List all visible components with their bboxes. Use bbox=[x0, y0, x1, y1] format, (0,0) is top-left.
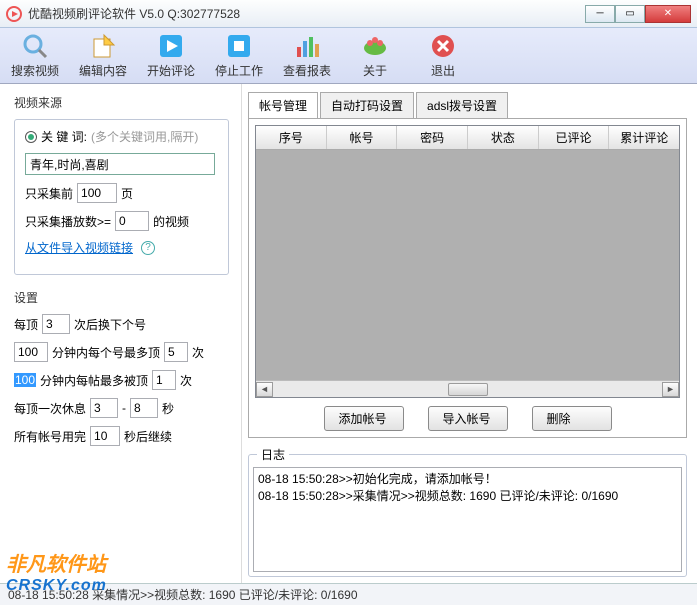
max-per-post-input[interactable] bbox=[152, 370, 176, 390]
scroll-thumb[interactable] bbox=[448, 383, 488, 396]
s1-a: 每顶 bbox=[14, 316, 38, 333]
about-button[interactable]: 关于 bbox=[348, 32, 402, 79]
exit-button[interactable]: 退出 bbox=[416, 32, 470, 79]
window-title: 优酷视频刷评论软件 V5.0 Q:302777528 bbox=[28, 5, 585, 22]
close-button[interactable]: ✕ bbox=[645, 5, 691, 23]
keyword-radio[interactable] bbox=[25, 131, 37, 143]
minutes2-input[interactable]: 100 bbox=[14, 373, 36, 387]
max-per-account-input[interactable] bbox=[164, 342, 188, 362]
col-commented[interactable]: 已评论 bbox=[539, 126, 610, 149]
tab-body: 序号 帐号 密码 状态 已评论 累计评论 ◄ ► 添加帐号 导入帐号 删除 bbox=[248, 118, 687, 438]
s4-a: 每顶一次休息 bbox=[14, 400, 86, 417]
log-group: 日志 08-18 15:50:28>>初始化完成，请添加帐号！ 08-18 15… bbox=[248, 446, 687, 577]
right-panel: 帐号管理 自动打码设置 adsl拨号设置 序号 帐号 密码 状态 已评论 累计评… bbox=[242, 84, 697, 583]
rest-max-input[interactable] bbox=[130, 398, 158, 418]
account-grid: 序号 帐号 密码 状态 已评论 累计评论 ◄ ► bbox=[255, 125, 680, 398]
col-index[interactable]: 序号 bbox=[256, 126, 327, 149]
minimize-button[interactable]: ─ bbox=[585, 5, 615, 23]
keyword-hint: (多个关键词用,隔开) bbox=[91, 128, 198, 145]
toolbar-label: 开始评论 bbox=[147, 62, 195, 79]
toolbar-label: 停止工作 bbox=[215, 62, 263, 79]
s3-b: 次 bbox=[180, 372, 192, 389]
s5-b: 秒后继续 bbox=[124, 428, 172, 445]
toolbar-label: 搜索视频 bbox=[11, 62, 59, 79]
log-title: 日志 bbox=[257, 446, 289, 463]
toolbar: 搜索视频 编辑内容 开始评论 停止工作 查看报表 关于 退出 bbox=[0, 28, 697, 84]
playcount-input[interactable] bbox=[115, 211, 149, 231]
delete-button[interactable]: 删除 bbox=[532, 406, 612, 431]
chart-icon bbox=[293, 32, 321, 60]
tab-accounts[interactable]: 帐号管理 bbox=[248, 92, 318, 118]
scroll-right-icon[interactable]: ► bbox=[662, 382, 679, 397]
start-comment-button[interactable]: 开始评论 bbox=[144, 32, 198, 79]
about-icon bbox=[361, 32, 389, 60]
keyword-label: 关 键 词: bbox=[41, 128, 87, 145]
search-video-button[interactable]: 搜索视频 bbox=[8, 32, 62, 79]
toolbar-label: 编辑内容 bbox=[79, 62, 127, 79]
maximize-button[interactable]: ▭ bbox=[615, 5, 645, 23]
app-icon bbox=[6, 6, 22, 22]
playcount-suffix: 的视频 bbox=[153, 213, 189, 230]
import-account-button[interactable]: 导入帐号 bbox=[428, 406, 508, 431]
status-text: 08-18 15:50:28 采集情况>>视频总数: 1690 已评论/未评论:… bbox=[8, 586, 358, 603]
stop-work-button[interactable]: 停止工作 bbox=[212, 32, 266, 79]
import-link[interactable]: 从文件导入视频链接 bbox=[25, 239, 133, 256]
rest-min-input[interactable] bbox=[90, 398, 118, 418]
view-report-button[interactable]: 查看报表 bbox=[280, 32, 334, 79]
collect-suffix: 页 bbox=[121, 185, 133, 202]
left-panel: 视频来源 关 键 词: (多个关键词用,隔开) 只采集前 页 只采集播放数>= … bbox=[0, 84, 242, 583]
s5-a: 所有帐号用完 bbox=[14, 428, 86, 445]
keyword-input[interactable] bbox=[25, 153, 215, 175]
col-password[interactable]: 密码 bbox=[397, 126, 468, 149]
source-title: 视频来源 bbox=[14, 94, 229, 111]
add-account-button[interactable]: 添加帐号 bbox=[324, 406, 404, 431]
s1-b: 次后换下个号 bbox=[74, 316, 146, 333]
status-bar: 08-18 15:50:28 采集情况>>视频总数: 1690 已评论/未评论:… bbox=[0, 583, 697, 605]
toolbar-label: 查看报表 bbox=[283, 62, 331, 79]
tab-captcha[interactable]: 自动打码设置 bbox=[320, 92, 414, 118]
edit-content-button[interactable]: 编辑内容 bbox=[76, 32, 130, 79]
s2-a: 分钟内每个号最多顶 bbox=[52, 344, 160, 361]
s2-b: 次 bbox=[192, 344, 204, 361]
edit-icon bbox=[89, 32, 117, 60]
s4-b: 秒 bbox=[162, 400, 174, 417]
collect-pages-input[interactable] bbox=[77, 183, 117, 203]
scrollbar-horizontal[interactable]: ◄ ► bbox=[256, 380, 679, 397]
settings-title: 设置 bbox=[14, 289, 229, 306]
scroll-left-icon[interactable]: ◄ bbox=[256, 382, 273, 397]
switch-after-input[interactable] bbox=[42, 314, 70, 334]
col-status[interactable]: 状态 bbox=[468, 126, 539, 149]
log-box[interactable]: 08-18 15:50:28>>初始化完成，请添加帐号！ 08-18 15:50… bbox=[253, 467, 682, 572]
play-icon bbox=[157, 32, 185, 60]
stop-icon bbox=[225, 32, 253, 60]
exit-icon bbox=[429, 32, 457, 60]
continue-after-input[interactable] bbox=[90, 426, 120, 446]
search-icon bbox=[21, 32, 49, 60]
tab-adsl[interactable]: adsl拨号设置 bbox=[416, 92, 508, 118]
tab-bar: 帐号管理 自动打码设置 adsl拨号设置 bbox=[248, 92, 687, 118]
log-line: 08-18 15:50:28>>采集情况>>视频总数: 1690 已评论/未评论… bbox=[258, 489, 618, 503]
video-source-group: 关 键 词: (多个关键词用,隔开) 只采集前 页 只采集播放数>= 的视频 从… bbox=[14, 119, 229, 275]
collect-prefix: 只采集前 bbox=[25, 185, 73, 202]
col-account[interactable]: 帐号 bbox=[327, 126, 398, 149]
help-icon[interactable]: ? bbox=[141, 241, 155, 255]
toolbar-label: 关于 bbox=[363, 62, 387, 79]
log-line: 08-18 15:50:28>>初始化完成，请添加帐号！ bbox=[258, 472, 497, 486]
s3-a: 分钟内每帖最多被顶 bbox=[40, 372, 148, 389]
minutes1-input[interactable] bbox=[14, 342, 48, 362]
grid-header: 序号 帐号 密码 状态 已评论 累计评论 bbox=[256, 126, 679, 150]
grid-body[interactable] bbox=[256, 150, 679, 380]
toolbar-label: 退出 bbox=[431, 62, 455, 79]
s4-mid: - bbox=[122, 401, 126, 415]
titlebar: 优酷视频刷评论软件 V5.0 Q:302777528 ─ ▭ ✕ bbox=[0, 0, 697, 28]
col-total[interactable]: 累计评论 bbox=[609, 126, 679, 149]
playcount-prefix: 只采集播放数>= bbox=[25, 213, 111, 230]
